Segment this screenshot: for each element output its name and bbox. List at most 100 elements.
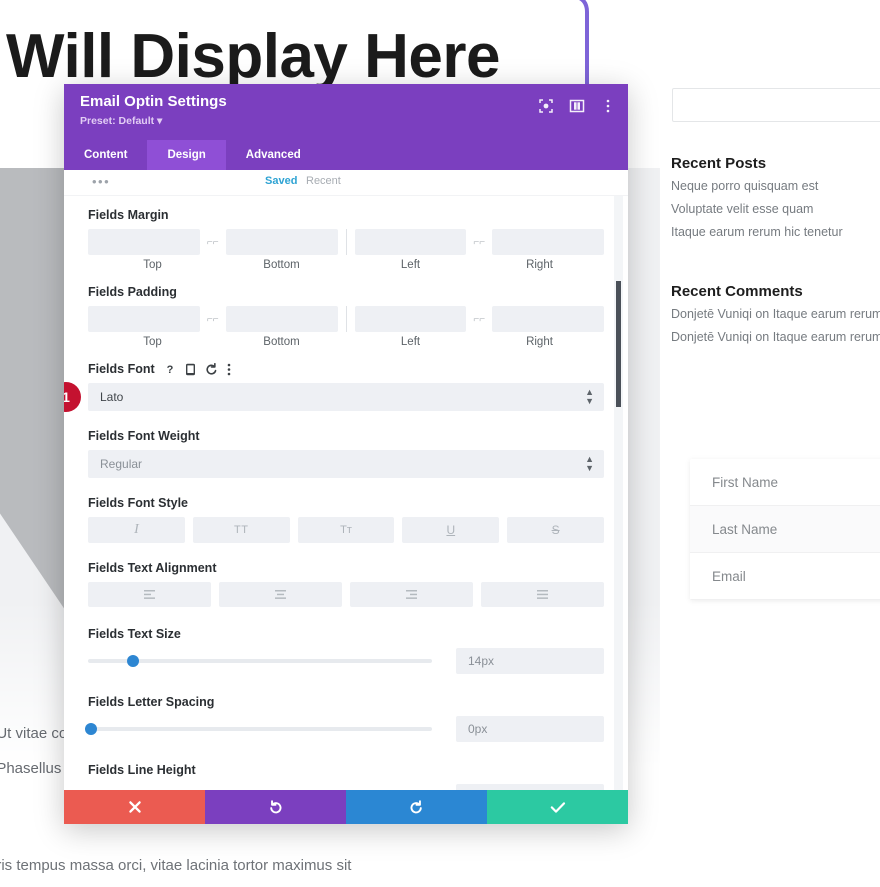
fields-font-weight-label: Fields Font Weight: [88, 429, 200, 443]
more-vertical-icon[interactable]: [600, 98, 616, 114]
fields-text-size-label: Fields Text Size: [88, 627, 181, 641]
subbar-more-icon[interactable]: •••: [92, 174, 110, 189]
fields-letter-spacing-label: Fields Letter Spacing: [88, 695, 215, 709]
recent-posts-title: Recent Posts: [671, 155, 767, 172]
divider: [345, 306, 347, 332]
link-sides-icon[interactable]: ⌐⌐: [466, 237, 492, 248]
target-icon[interactable]: [538, 98, 554, 114]
tab-content[interactable]: Content: [64, 140, 147, 170]
body-text-line-1: . Ut vitae co: [0, 725, 68, 742]
more-vertical-icon[interactable]: [227, 363, 231, 376]
font-style-underline-button[interactable]: U: [402, 517, 500, 543]
fields-font-style-buttons: I TT Tᴛ U S: [88, 517, 604, 543]
side-label-left: Left: [400, 259, 421, 271]
modal-tabs: Content Design Advanced: [64, 140, 628, 170]
link-sides-icon[interactable]: ⌐⌐: [466, 314, 492, 325]
modal-preset-selector[interactable]: Preset: Default ▾: [80, 113, 614, 129]
save-check-icon: [550, 801, 565, 813]
close-button[interactable]: [64, 790, 205, 824]
modal-body: Fields Margin ⌐⌐ ⌐⌐ Top Bottom Left Righ…: [64, 196, 628, 790]
link-sides-icon[interactable]: ⌐⌐: [200, 314, 226, 325]
font-style-italic-button[interactable]: I: [88, 517, 185, 543]
optin-field-email[interactable]: Email: [690, 553, 880, 600]
align-left-icon[interactable]: [88, 582, 211, 607]
fields-text-size-value[interactable]: 14px: [456, 648, 604, 674]
fields-font-weight-select[interactable]: Regular: [88, 450, 604, 478]
fields-font-weight-select-wrap: Regular ▲ ▼: [88, 450, 604, 478]
fields-letter-spacing-group: Fields Letter Spacing 0px: [85, 695, 604, 742]
fields-line-height-control: 1.7em: [88, 784, 604, 790]
fields-margin-inputs: ⌐⌐ ⌐⌐: [88, 229, 604, 255]
modal-preset-label: Preset: Default: [80, 115, 155, 127]
fields-letter-spacing-value[interactable]: 0px: [456, 716, 604, 742]
modal-header-actions: [538, 98, 616, 114]
slider-knob[interactable]: [85, 723, 98, 735]
help-icon[interactable]: ?: [164, 363, 176, 375]
search-input[interactable]: [672, 88, 880, 122]
fields-text-alignment-group: Fields Text Alignment: [88, 561, 604, 607]
fields-padding-top-input[interactable]: [88, 306, 200, 332]
email-optin-settings-modal: Email Optin Settings Preset: Default ▾ C…: [64, 84, 628, 824]
tab-advanced[interactable]: Advanced: [226, 140, 321, 170]
svg-text:?: ?: [166, 364, 173, 375]
modal-subbar: ••• Saved Recent: [64, 170, 628, 196]
fields-margin-right-input[interactable]: [492, 229, 604, 255]
recent-post-link[interactable]: Voluptate velit esse quam: [671, 202, 813, 216]
side-label-bottom: Bottom: [263, 259, 300, 271]
subbar-recent-tab[interactable]: Recent: [306, 175, 341, 187]
fields-margin-left-input[interactable]: [354, 229, 467, 255]
fields-font-select[interactable]: Lato: [88, 383, 604, 411]
save-button[interactable]: [487, 790, 628, 824]
fields-line-height-label: Fields Line Height: [88, 763, 196, 777]
page-title: Will Display Here: [6, 22, 501, 91]
recent-comment-link[interactable]: Donjetē Vuniqi on Itaque earum rerum hic…: [671, 307, 880, 321]
recent-post-link[interactable]: Neque porro quisquam est: [671, 179, 818, 193]
optin-field-first-name[interactable]: First Name: [690, 459, 880, 506]
side-label-top: Top: [143, 336, 162, 348]
subbar-saved-tab[interactable]: Saved: [265, 175, 297, 187]
undo-button[interactable]: [205, 790, 346, 824]
fields-margin-top-input[interactable]: [88, 229, 200, 255]
link-sides-icon[interactable]: ⌐⌐: [200, 237, 226, 248]
optin-form-preview: First Name Last Name Email: [690, 459, 880, 600]
fields-padding-group: Fields Padding ⌐⌐ ⌐⌐ Top Bottom Left Rig…: [88, 285, 604, 348]
fields-font-group: Fields Font ? 1 Lato ▲ ▼: [64, 362, 604, 412]
step-badge-1: 1: [64, 382, 81, 412]
reset-icon[interactable]: [205, 362, 218, 376]
side-label-right: Right: [526, 259, 553, 271]
fields-line-height-value[interactable]: 1.7em: [456, 784, 604, 790]
optin-field-last-name[interactable]: Last Name: [690, 506, 880, 553]
font-style-uppercase-button[interactable]: TT: [192, 517, 290, 543]
undo-icon: [270, 799, 282, 813]
fields-text-size-control: 14px: [88, 648, 604, 674]
slider-knob[interactable]: [126, 655, 139, 667]
redo-icon: [410, 799, 422, 813]
modal-footer-actions: [64, 790, 628, 824]
font-style-strikethrough-button[interactable]: S: [507, 517, 604, 543]
align-center-icon[interactable]: [219, 582, 342, 607]
fields-margin-bottom-input[interactable]: [225, 229, 338, 255]
recent-post-link[interactable]: Itaque earum rerum hic tenetur: [671, 225, 843, 239]
fields-padding-bottom-input[interactable]: [225, 306, 338, 332]
body-text-bottom: uris tempus massa orci, vitae lacinia to…: [0, 857, 352, 874]
modal-connector-line: [578, 0, 589, 92]
divider: [345, 229, 347, 255]
fields-font-weight-group: Fields Font Weight Regular ▲ ▼: [88, 429, 604, 478]
tab-design[interactable]: Design: [147, 140, 226, 170]
fields-font-style-group: Fields Font Style I TT Tᴛ U S: [88, 496, 604, 543]
side-label-bottom: Bottom: [263, 336, 300, 348]
fields-letter-spacing-slider[interactable]: [85, 723, 432, 735]
scrollbar-thumb[interactable]: [616, 281, 621, 407]
fields-text-size-slider[interactable]: [88, 655, 432, 667]
fields-padding-side-labels: Top Bottom Left Right: [88, 336, 604, 348]
fields-padding-left-input[interactable]: [354, 306, 467, 332]
recent-comment-link[interactable]: Donjetē Vuniqi on Itaque earum rerum hic…: [671, 330, 880, 344]
fields-padding-right-input[interactable]: [492, 306, 604, 332]
redo-button[interactable]: [346, 790, 487, 824]
mobile-icon[interactable]: [185, 363, 196, 376]
modal-header: Email Optin Settings Preset: Default ▾: [64, 84, 628, 140]
align-right-icon[interactable]: [350, 582, 473, 607]
layout-icon[interactable]: [569, 98, 585, 114]
align-justify-icon[interactable]: [481, 582, 604, 607]
font-style-smallcaps-button[interactable]: Tᴛ: [297, 517, 395, 543]
